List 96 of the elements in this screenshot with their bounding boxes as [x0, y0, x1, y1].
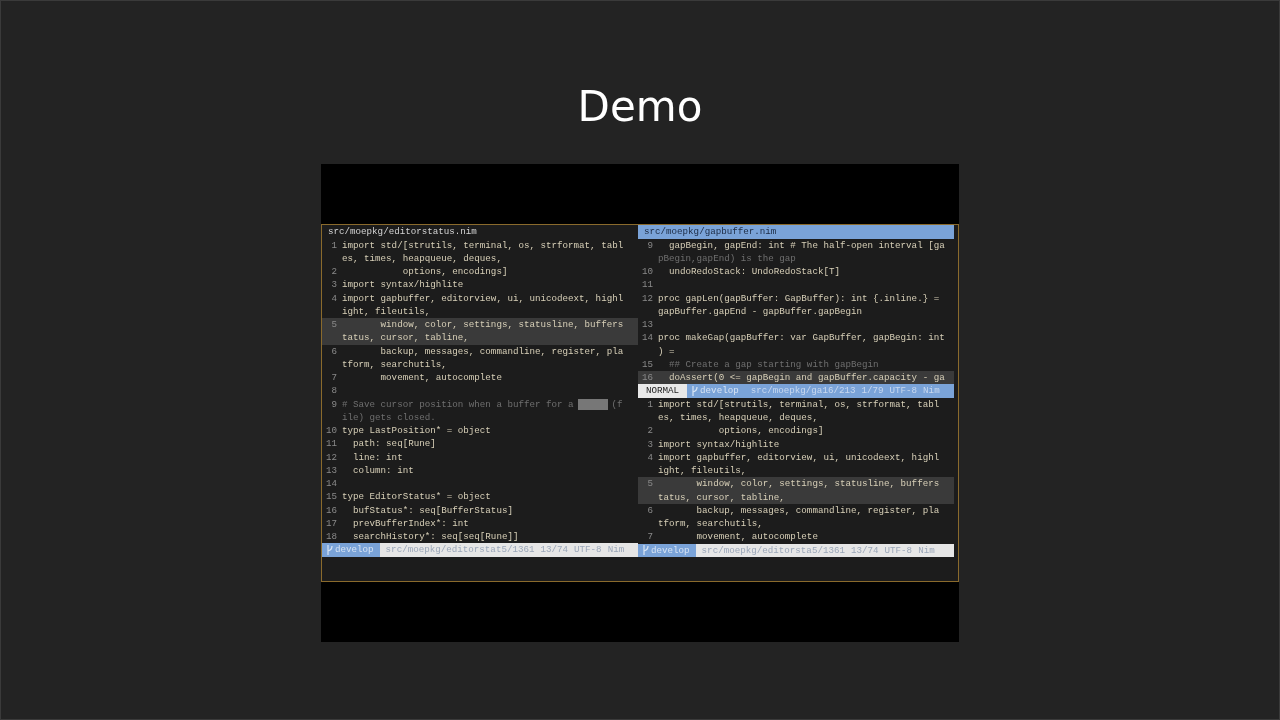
code-line: import std/[strutils, terminal, os, strformat, tabl: [342, 238, 624, 252]
code-line: import gapbuffer, editorview, ui, unicodeext, highl: [658, 450, 940, 464]
status-encoding: UTF-8: [573, 543, 602, 557]
status-filetype: Nim: [917, 543, 935, 557]
line-number: 8: [330, 384, 338, 398]
code-line: gapBuffer.gapEnd - gapBuffer.gapBegin: [658, 304, 862, 318]
status-file: src/moepkg/editorstat5/1361: [384, 543, 535, 557]
line-number: 3: [330, 278, 338, 292]
line-number: 3: [646, 437, 654, 451]
code-line: backup, messages, commandline, register, pla: [695, 503, 940, 517]
line-number: 15: [324, 490, 338, 504]
code-line: import syntax/highlite: [658, 437, 780, 451]
line-number: 12: [324, 450, 338, 464]
code-line: bufStatus*: seq[BufferStatus]: [352, 503, 513, 517]
code-line: movement, autocomplete: [695, 530, 818, 544]
branch-indicator: develop: [687, 384, 745, 398]
status-encoding: UTF-8: [888, 384, 918, 398]
line-number: 15: [640, 357, 654, 371]
code-line: proc makeGap(gapBuffer: var GapBuffer, gapBegin: int: [658, 331, 945, 345]
mode-indicator: NORMAL: [638, 384, 688, 398]
code-line: pBegin,gapEnd) is the gap: [658, 251, 796, 265]
status-file: src/moepkg/editorsta5/1361: [700, 543, 845, 557]
code-line: doAssert(0 <= gapBegin and gapBuffer.capacity - ga: [668, 371, 945, 385]
code-line: tatus, cursor, tabline,: [658, 490, 785, 504]
code-line: prevBufferIndex*: int: [352, 516, 469, 530]
line-number: 5: [330, 318, 338, 332]
line-number: 2: [330, 265, 338, 279]
line-number: 7: [330, 371, 338, 385]
line-number: 13: [640, 318, 654, 332]
line-number: 16: [324, 503, 338, 517]
code-line: gapBegin, gapEnd: int # The half-open interval [ga: [668, 238, 945, 252]
code-line: options, encodings]: [401, 265, 508, 279]
branch-indicator: develop: [638, 543, 696, 557]
code-line: # Save cursor position when a buffer for a (f: [342, 397, 623, 411]
code-line: ile) gets closed.: [342, 410, 436, 424]
line-number: 7: [646, 530, 654, 544]
code-line: ight, fileutils,: [342, 304, 431, 318]
branch-icon: [326, 545, 333, 555]
code-line: ) =: [658, 344, 675, 358]
code-line: tatus, cursor, tabline,: [342, 331, 469, 345]
status-position: 13/74: [849, 543, 879, 557]
branch-icon: [642, 545, 649, 556]
code-line: ight, fileutils,: [658, 464, 747, 478]
code-line: import gapbuffer, editorview, ui, unicodeext, highl: [342, 291, 624, 305]
line-number: 18: [324, 530, 338, 544]
line-number: 6: [330, 344, 338, 358]
status-filetype: Nim: [922, 384, 940, 398]
line-number: 5: [646, 477, 654, 491]
file-tab[interactable]: src/moepkg/editorstatus.nim: [322, 225, 638, 239]
code-line: tform, searchutils,: [658, 517, 763, 531]
line-number: 14: [640, 331, 654, 345]
code-line: undoRedoStack: UndoRedoStack[T]: [668, 265, 840, 279]
line-number: 9: [330, 397, 338, 411]
code-line: backup, messages, commandline, register, pla: [379, 344, 624, 358]
code-line: proc gapLen(gapBuffer: GapBuffer): int {.inline.} =: [658, 291, 940, 305]
code-line: path: seq[Rune]: [352, 437, 436, 451]
code-line: es, times, heapqueue, deques,: [658, 411, 818, 425]
line-number: 4: [330, 291, 338, 305]
branch-indicator: develop: [322, 543, 380, 557]
code-line: ## Create a gap starting with gapBegin: [668, 357, 879, 371]
line-number: 16: [640, 371, 654, 385]
line-number: 11: [640, 278, 654, 292]
line-number: 1: [646, 397, 654, 411]
status-encoding: UTF-8: [883, 543, 913, 557]
line-number: 10: [324, 424, 338, 438]
status-file: src/moepkg/ga16/213: [749, 384, 856, 398]
line-number: 14: [324, 477, 338, 491]
line-number: 17: [324, 516, 338, 530]
code-line: searchHistory*: seq[seq[Rune]]: [352, 530, 519, 544]
line-number: 4: [646, 450, 654, 464]
code-line: window, color, settings, statusline, buffers: [379, 318, 624, 332]
code-line: line: int: [352, 450, 403, 464]
code-line: window, color, settings, statusline, buffers: [695, 477, 940, 491]
line-number: 6: [646, 503, 654, 517]
branch-icon: [691, 386, 699, 396]
code-line: es, times, heapqueue, deques,: [342, 251, 502, 265]
code-line: type LastPosition* = object: [342, 424, 491, 438]
code-line: options, encodings]: [717, 424, 824, 438]
status-position: 13/74: [539, 543, 569, 557]
code-line: movement, autocomplete: [379, 371, 502, 385]
status-position: 1/79: [860, 384, 884, 398]
line-number: 13: [324, 463, 338, 477]
code-line: type EditorStatus* = object: [342, 490, 491, 504]
line-number: 9: [646, 238, 654, 252]
status-filetype: Nim: [606, 543, 625, 557]
line-number: 1: [330, 238, 338, 252]
code-line: import syntax/highlite: [342, 278, 464, 292]
code-line: import std/[strutils, terminal, os, strformat, tabl: [658, 397, 940, 411]
code-line: column: int: [352, 463, 414, 477]
slide-title: Demo: [577, 86, 703, 128]
line-number: 10: [640, 265, 654, 279]
file-tab[interactable]: src/moepkg/gapbuffer.nim: [638, 225, 954, 239]
line-number: 2: [646, 424, 654, 438]
line-number: 11: [324, 437, 338, 451]
code-line: tform, searchutils,: [342, 357, 447, 371]
line-number: 12: [640, 291, 654, 305]
